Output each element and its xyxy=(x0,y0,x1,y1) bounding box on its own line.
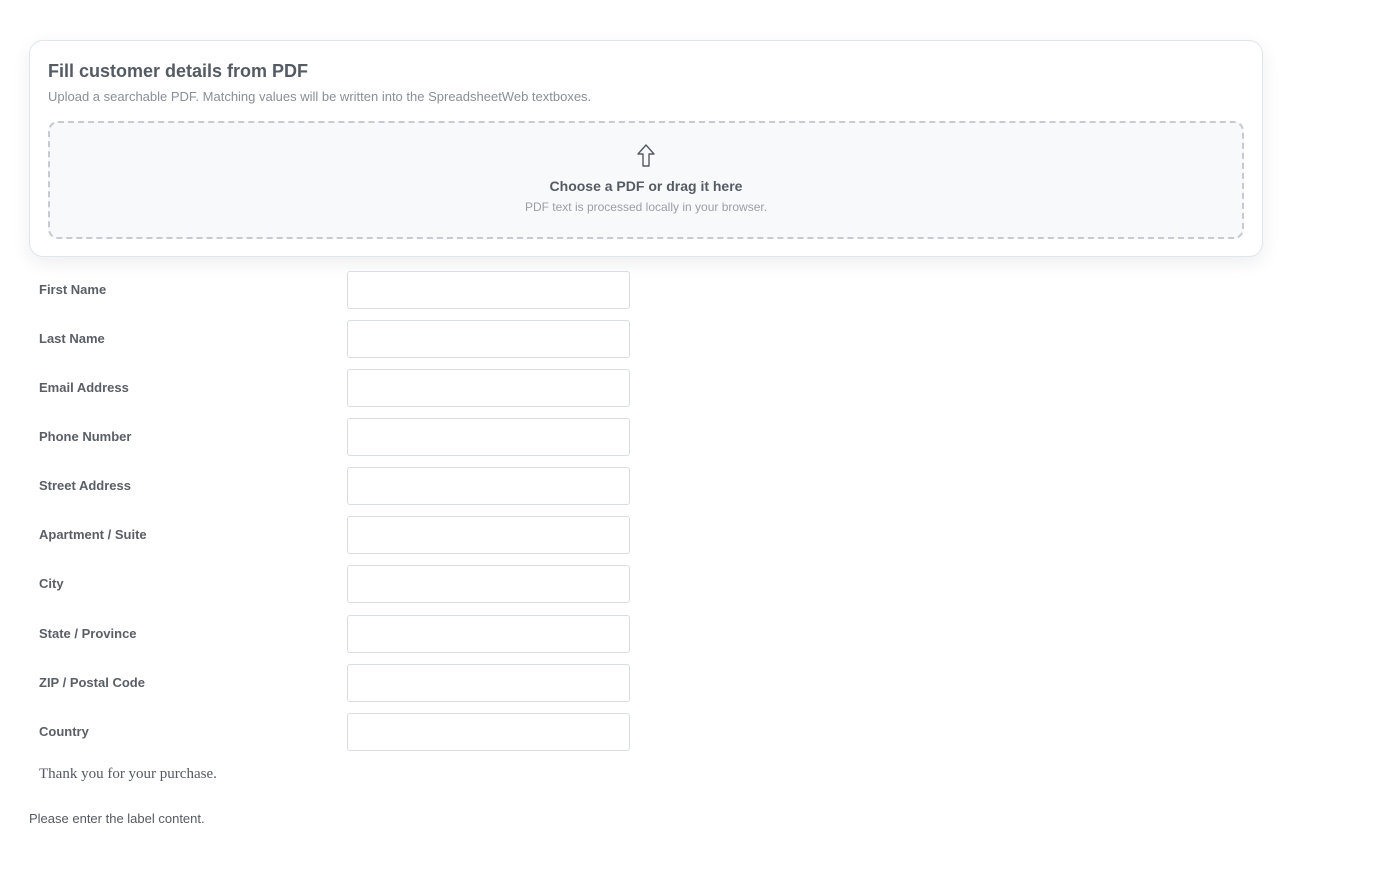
label-placeholder-text: Please enter the label content. xyxy=(29,811,205,826)
form-row-first-name: First Name xyxy=(0,271,640,309)
email-address-input[interactable] xyxy=(347,369,630,407)
form-row-state: State / Province xyxy=(0,615,640,653)
phone-number-label: Phone Number xyxy=(39,429,132,444)
form-row-street: Street Address xyxy=(0,467,640,505)
first-name-label: First Name xyxy=(39,282,107,297)
pdf-upload-card: Fill customer details from PDF Upload a … xyxy=(29,40,1263,257)
card-title: Fill customer details from PDF xyxy=(48,61,309,81)
phone-number-input[interactable] xyxy=(347,418,630,456)
dropzone-note: PDF text is processed locally in your br… xyxy=(524,200,768,214)
first-name-input[interactable] xyxy=(347,271,630,309)
zip-postal-code-label: ZIP / Postal Code xyxy=(39,675,145,690)
street-address-label: Street Address xyxy=(39,478,131,493)
last-name-input[interactable] xyxy=(347,320,630,358)
dropzone-title: Choose a PDF or drag it here xyxy=(549,178,743,194)
page: Fill customer details from PDF Upload a … xyxy=(0,0,1378,891)
pdf-dropzone[interactable]: Choose a PDF or drag it here PDF text is… xyxy=(48,121,1244,239)
form-row-apartment: Apartment / Suite xyxy=(0,516,640,554)
state-province-label: State / Province xyxy=(39,626,137,641)
apartment-suite-input[interactable] xyxy=(347,516,630,554)
form-row-email: Email Address xyxy=(0,369,640,407)
zip-postal-code-input[interactable] xyxy=(347,664,630,702)
last-name-label: Last Name xyxy=(39,331,105,346)
city-label: City xyxy=(39,576,64,591)
state-province-input[interactable] xyxy=(347,615,630,653)
apartment-suite-label: Apartment / Suite xyxy=(39,527,147,542)
card-subtitle: Upload a searchable PDF. Matching values… xyxy=(48,89,592,104)
city-input[interactable] xyxy=(347,565,630,603)
form-row-zip: ZIP / Postal Code xyxy=(0,664,640,702)
upload-arrow-icon xyxy=(637,144,655,167)
form-row-country: Country xyxy=(0,713,640,751)
form-row-phone: Phone Number xyxy=(0,418,640,456)
form-row-last-name: Last Name xyxy=(0,320,640,358)
country-label: Country xyxy=(39,724,89,739)
form-row-city: City xyxy=(0,565,640,603)
thank-you-text: Thank you for your purchase. xyxy=(39,766,217,782)
email-address-label: Email Address xyxy=(39,380,129,395)
street-address-input[interactable] xyxy=(347,467,630,505)
country-input[interactable] xyxy=(347,713,630,751)
